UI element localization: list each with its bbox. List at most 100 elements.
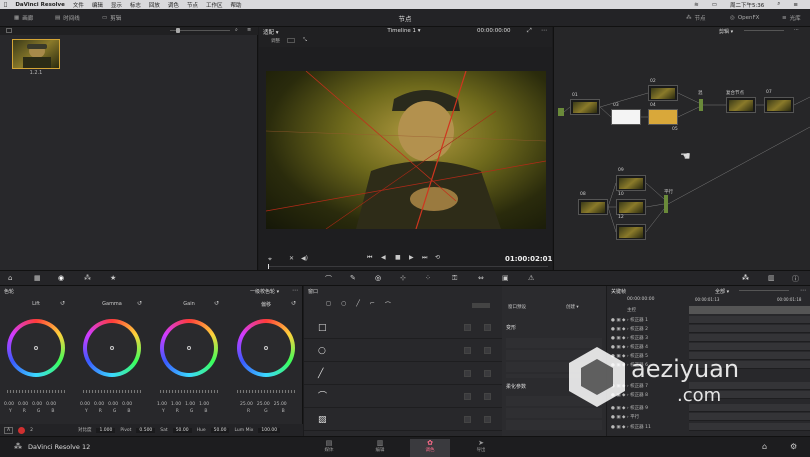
window-row-rect[interactable]: □ bbox=[304, 317, 502, 339]
keyframe-row[interactable]: 主控 bbox=[607, 306, 810, 314]
color-wheels-icon[interactable]: ◉ bbox=[58, 274, 64, 282]
window-enable-checkbox[interactable] bbox=[464, 416, 471, 423]
camera-raw-icon[interactable]: ⌂ bbox=[8, 274, 12, 282]
add-circle-icon[interactable]: ○ bbox=[341, 300, 346, 309]
window-enable-checkbox[interactable] bbox=[464, 347, 471, 354]
clock[interactable]: 周二下午5:36 bbox=[730, 1, 764, 9]
more-icon[interactable]: ⋯ bbox=[800, 287, 806, 294]
settings-icon[interactable]: ⚙ bbox=[790, 442, 797, 451]
menu-mark[interactable]: 标志 bbox=[130, 1, 141, 9]
window-icon[interactable]: ◎ bbox=[375, 274, 381, 282]
window-toggle[interactable] bbox=[472, 303, 490, 308]
lift-handle[interactable] bbox=[34, 346, 38, 350]
zoom-slider-handle[interactable] bbox=[176, 28, 180, 33]
window-invert-checkbox[interactable] bbox=[484, 393, 491, 400]
keyframe-icon[interactable]: ⁂ bbox=[742, 274, 749, 282]
reverse-play-button[interactable]: ◀ bbox=[381, 254, 386, 261]
viewer-mode-icon[interactable]: ⌖ bbox=[268, 255, 272, 264]
gamma-wheel[interactable] bbox=[83, 319, 141, 377]
tab-media[interactable]: ▤ 媒体 bbox=[309, 439, 349, 457]
wheel-mode-dropdown[interactable]: 一级校色轮 ▾ bbox=[250, 288, 279, 295]
key-icon[interactable]: ⚿ bbox=[452, 274, 457, 283]
library-button[interactable]: ≡ 光库 bbox=[782, 13, 801, 23]
window-invert-checkbox[interactable] bbox=[484, 324, 491, 331]
menu-color[interactable]: 调色 bbox=[168, 1, 179, 9]
offset-handle[interactable] bbox=[264, 346, 268, 350]
scrubber-track[interactable] bbox=[268, 266, 548, 267]
still-thumbnail[interactable] bbox=[12, 39, 60, 69]
stop-button[interactable]: ■ bbox=[395, 254, 401, 261]
loop-button[interactable]: ⟲ bbox=[435, 254, 440, 261]
menu-nodes[interactable]: 节点 bbox=[187, 1, 198, 9]
sat-field[interactable]: 50.00 bbox=[172, 427, 192, 433]
menu-help[interactable]: 帮助 bbox=[230, 1, 241, 9]
window-invert-checkbox[interactable] bbox=[484, 370, 491, 377]
menu-workspace[interactable]: 工作区 bbox=[206, 1, 223, 9]
reset-gain-icon[interactable]: ↺ bbox=[214, 300, 219, 307]
window-invert-checkbox[interactable] bbox=[484, 416, 491, 423]
nodes-button[interactable]: ⁂ 节点 bbox=[686, 13, 706, 23]
tab-edit[interactable]: ▥ 编辑 bbox=[360, 439, 400, 457]
offset-wheel[interactable] bbox=[237, 319, 295, 377]
color-match-icon[interactable]: ▦ bbox=[34, 274, 41, 282]
add-linear-icon[interactable]: ╱ bbox=[356, 300, 360, 309]
more-icon[interactable]: ⋯ bbox=[541, 27, 547, 34]
contrast-field[interactable]: 1.000 bbox=[96, 427, 116, 433]
apple-icon[interactable]:  bbox=[4, 2, 7, 8]
keyframe-track[interactable] bbox=[689, 423, 810, 431]
volume-icon[interactable]: ◀) bbox=[301, 255, 308, 262]
gain-wheel[interactable] bbox=[160, 319, 218, 377]
window-row-curve[interactable]: ⌒ bbox=[304, 386, 502, 408]
home-icon[interactable]: ⌂ bbox=[762, 442, 767, 451]
lum-mix-field[interactable]: 100.00 bbox=[258, 427, 281, 433]
go-to-start-button[interactable]: ⏮ bbox=[367, 254, 372, 262]
gamma-handle[interactable] bbox=[110, 346, 114, 350]
menu-list-icon[interactable]: ≡ bbox=[793, 2, 798, 8]
lift-master-slider[interactable] bbox=[7, 390, 65, 393]
battery-icon[interactable]: ▭ bbox=[712, 2, 717, 8]
add-rect-icon[interactable]: ◻ bbox=[326, 300, 331, 309]
motion-icon[interactable]: ★ bbox=[110, 274, 116, 282]
window-enable-checkbox[interactable] bbox=[464, 393, 471, 400]
offset-master-slider[interactable] bbox=[237, 390, 295, 393]
blur-icon[interactable]: ⁘ bbox=[425, 274, 431, 282]
curves-icon[interactable]: ⌒ bbox=[325, 274, 332, 284]
lift-wheel[interactable] bbox=[7, 319, 65, 377]
gain-master-slider[interactable] bbox=[160, 390, 218, 393]
gain-handle[interactable] bbox=[187, 346, 191, 350]
search-icon[interactable]: ⌕ bbox=[235, 27, 238, 33]
fullscreen-icon[interactable]: ⤢ bbox=[527, 27, 532, 35]
menu-edit[interactable]: 编辑 bbox=[92, 1, 103, 9]
page-number[interactable]: 2 bbox=[30, 428, 33, 433]
split-view-icon[interactable] bbox=[287, 38, 295, 43]
bypass-icon[interactable]: ✕ bbox=[289, 255, 294, 262]
tab-color[interactable]: ✿ 调色 bbox=[410, 439, 450, 457]
reset-lift-icon[interactable]: ↺ bbox=[60, 300, 65, 307]
grid-view-icon[interactable] bbox=[6, 28, 12, 33]
window-enable-checkbox[interactable] bbox=[464, 324, 471, 331]
gamma-master-slider[interactable] bbox=[83, 390, 141, 393]
add-polygon-icon[interactable]: ⌐ bbox=[370, 300, 375, 309]
viewer-timecode-top[interactable]: 00:00:00:00 bbox=[477, 28, 511, 34]
rgb-mixer-icon[interactable]: ⁂ bbox=[84, 274, 91, 282]
video-frame[interactable] bbox=[266, 71, 546, 229]
playhead[interactable] bbox=[268, 264, 269, 269]
hue-field[interactable]: 50.00 bbox=[210, 427, 230, 433]
effects-icon[interactable]: ⚠ bbox=[528, 274, 534, 282]
keyframe-filter-dropdown[interactable]: 全部 ▾ bbox=[715, 288, 729, 295]
window-row-linear[interactable]: ╱ bbox=[304, 363, 502, 385]
window-enable-checkbox[interactable] bbox=[464, 370, 471, 377]
more-icon[interactable]: ⋯ bbox=[292, 287, 298, 294]
timeline-selector[interactable]: Timeline 1 ▾ bbox=[359, 28, 449, 34]
reset-offset-icon[interactable]: ↺ bbox=[291, 300, 296, 307]
search-icon[interactable]: ⌕ bbox=[777, 1, 780, 8]
window-row-gradient[interactable]: ▨ bbox=[304, 409, 502, 431]
more-options-icon[interactable]: ≡ bbox=[247, 27, 251, 33]
pivot-field[interactable]: 0.500 bbox=[136, 427, 156, 433]
tracker-icon[interactable]: ⊹ bbox=[400, 274, 406, 282]
add-curve-icon[interactable]: ⌒ bbox=[385, 300, 391, 309]
scopes-icon[interactable]: ▥ bbox=[768, 274, 775, 282]
sizing-icon[interactable]: ⇔ bbox=[478, 274, 484, 282]
menu-playback[interactable]: 回放 bbox=[149, 1, 160, 9]
app-menu[interactable]: DaVinci Resolve bbox=[15, 2, 65, 8]
